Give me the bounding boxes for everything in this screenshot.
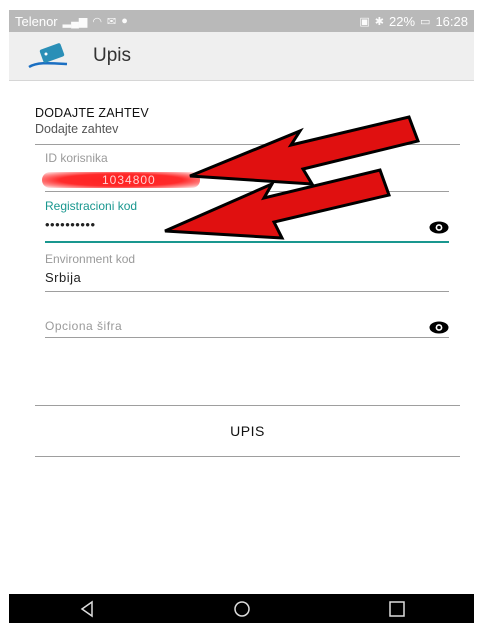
registration-code-label: Registracioni kod [45,199,138,213]
redacted-user-id: 1034800 [42,172,200,188]
page-title: Upis [93,45,132,66]
environment-code-label: Environment kod [45,252,136,266]
wifi-icon: ◠ [92,15,102,28]
navigation-bar [9,594,474,623]
optional-password-input[interactable]: Opciona šifra [45,319,122,333]
section-divider [35,144,460,145]
eye-icon[interactable] [429,221,449,234]
environment-code-input[interactable]: Srbija [45,270,449,285]
recents-icon[interactable] [382,599,412,619]
home-icon[interactable] [227,599,257,619]
battery-percent: 22% [389,13,416,29]
optional-password-underline [45,337,449,338]
user-id-label: ID korisnika [45,151,108,165]
registration-code-input[interactable]: •••••••••• [45,217,96,232]
carrier-label: Telenor [15,13,58,29]
user-id-underline [45,191,449,192]
notification-icon: ● [121,15,128,27]
app-bar: Upis [9,32,474,81]
back-icon[interactable] [72,599,102,619]
section-title: DODAJTE ZAHTEV [35,106,149,120]
optional-password-field[interactable]: Opciona šifra [45,318,449,338]
annotation-layer [164,115,420,240]
eye-icon[interactable] [429,321,449,334]
bluetooth-icon: ✱ [374,15,385,28]
login-button[interactable]: UPIS [35,406,460,456]
app-logo [28,43,68,69]
mail-icon: ✉ [106,15,117,28]
registration-code-field[interactable]: Registracioni kod •••••••••• [45,199,449,243]
registration-code-underline [45,241,449,243]
clock: 16:28 [435,13,468,29]
button-bottom-divider [35,456,460,457]
signal-icon: ▂▄▆ [62,15,88,28]
environment-code-underline [45,291,449,292]
nfc-icon: ▣ [359,15,370,28]
status-bar: Telenor ▂▄▆ ◠ ✉ ● ▣ ✱ 22% ▭ 16:28 [9,10,474,32]
environment-code-field[interactable]: Environment kod Srbija [45,252,449,292]
user-id-visible-digits: 1034800 [102,173,156,187]
section-subtitle[interactable]: Dodajte zahtev [35,122,118,136]
battery-icon: ▭ [420,15,431,28]
